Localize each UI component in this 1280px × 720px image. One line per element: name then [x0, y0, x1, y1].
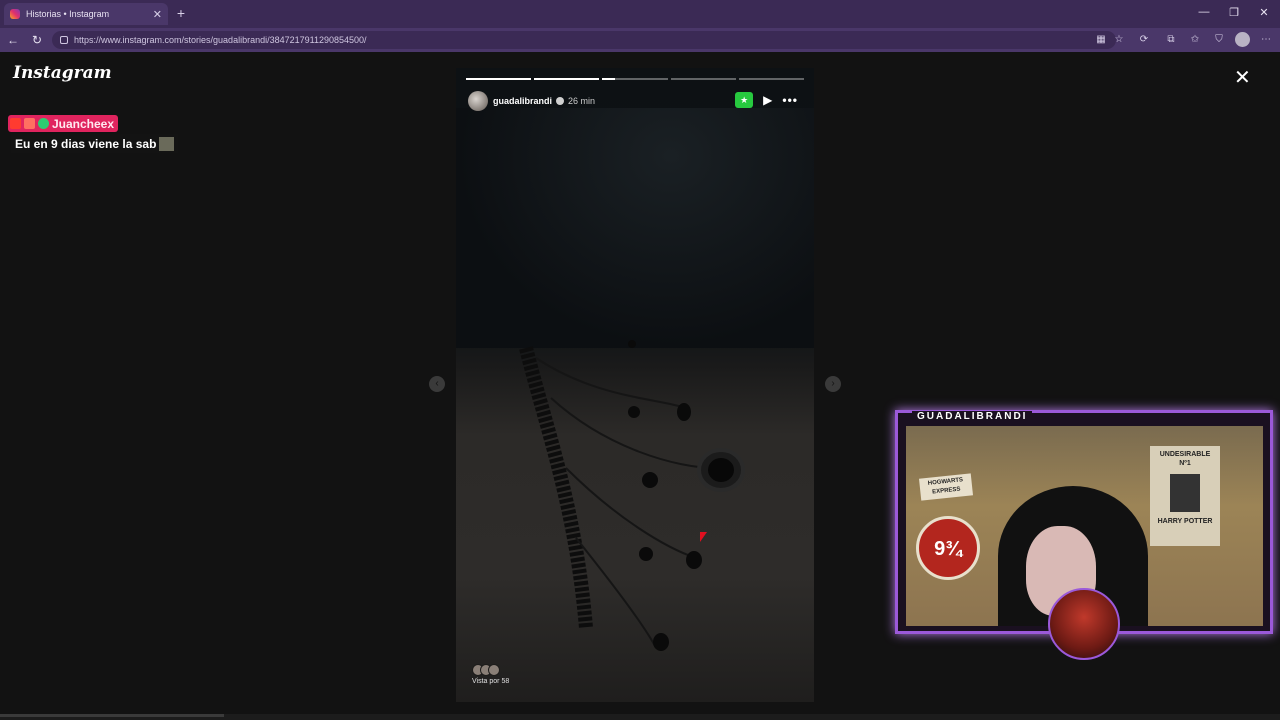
close-friends-star-icon: ★	[735, 92, 754, 108]
progress-segment	[466, 78, 532, 80]
poster-title: UNDESIRABLE Nº1	[1159, 451, 1211, 467]
story-author-avatar[interactable]	[468, 91, 488, 111]
crown-badge-icon	[10, 118, 21, 129]
profile-avatar[interactable]	[1235, 32, 1250, 47]
next-story-button[interactable]: ›	[825, 376, 841, 392]
viewer-avatars	[472, 664, 509, 676]
progress-segment	[602, 78, 668, 80]
chat-username: Juancheex	[52, 116, 115, 131]
verified-badge-icon	[38, 118, 49, 129]
refresh-button[interactable]: ↻	[29, 32, 45, 48]
site-info-icon[interactable]	[60, 36, 68, 44]
back-button[interactable]: ←	[5, 32, 21, 48]
verified-icon	[556, 97, 565, 105]
split-screen-icon[interactable]: ⧉	[1163, 32, 1179, 48]
progress-segment	[738, 78, 805, 80]
navigation-bar: ← ↻ https://www.instagram.com/stories/gu…	[0, 28, 1280, 52]
wanted-poster: UNDESIRABLE Nº1 HARRY POTTER	[1150, 446, 1220, 546]
close-stories-button[interactable]: ✕	[1234, 68, 1251, 88]
chat-username-tag: Juancheex	[8, 115, 119, 132]
story-actions: ★ ▶ •••	[735, 92, 798, 108]
progress-segment	[534, 78, 600, 80]
story-author-username[interactable]: guadalibrandi	[493, 96, 552, 106]
webcam-channel-label: GUADALIBRANDI	[912, 411, 1033, 425]
address-bar[interactable]: https://www.instagram.com/stories/guadal…	[52, 31, 1116, 49]
mouse-cursor-icon	[700, 532, 707, 542]
chat-message-text: Eu en 9 dias viene la sab	[15, 136, 157, 151]
play-button[interactable]: ▶	[763, 93, 772, 107]
favorite-star-icon[interactable]: ☆	[1111, 32, 1127, 48]
viewed-by-count: Vista por 58	[472, 678, 510, 685]
chat-message: Eu en 9 dias viene la sab	[11, 134, 179, 153]
tab-instagram-stories[interactable]: Historias • Instagram ✕	[4, 3, 168, 25]
previous-story-button[interactable]: ‹	[429, 376, 445, 392]
browser-essentials-icon[interactable]: ⛉	[1211, 32, 1227, 48]
browser-window: Historias • Instagram ✕ + — ❐ ✕ ← ↻ http…	[0, 0, 1280, 720]
streamer-avatar-badge	[1048, 588, 1120, 660]
hogwarts-express-sign: HOGWARTS EXPRESS	[918, 473, 974, 501]
restore-button[interactable]: ❐	[1227, 6, 1241, 19]
story-viewer[interactable]: guadalibrandi 26 min ★ ▶ ••• Vista por 5…	[456, 68, 814, 702]
story-time: 26 min	[568, 96, 596, 106]
settings-menu-icon[interactable]: ⋯	[1258, 32, 1274, 48]
poster-name: HARRY POTTER	[1157, 518, 1213, 525]
tab-bar: Historias • Instagram ✕ + — ❐ ✕	[0, 0, 1280, 28]
more-options-button[interactable]: •••	[782, 93, 798, 107]
extensions-icon[interactable]: ⟳	[1136, 32, 1152, 48]
window-close-button[interactable]: ✕	[1257, 6, 1271, 19]
new-tab-button[interactable]: +	[174, 5, 188, 21]
emote-icon	[159, 136, 175, 151]
instagram-logo[interactable]: Instagram	[13, 63, 112, 83]
tab-close-icon[interactable]: ✕	[153, 8, 162, 21]
platform-sign: 9¾	[916, 516, 980, 580]
app-available-icon[interactable]: ▦	[1093, 32, 1109, 48]
minimize-button[interactable]: —	[1197, 6, 1211, 18]
tab-title: Historias • Instagram	[26, 9, 110, 19]
poster-portrait	[1170, 474, 1200, 512]
instagram-favicon-icon	[10, 9, 20, 19]
shield-badge-icon	[24, 118, 35, 129]
progress-segment	[670, 78, 736, 80]
story-viewers[interactable]: Vista por 58	[472, 664, 509, 685]
story-progress-bar	[466, 78, 805, 80]
url-text: https://www.instagram.com/stories/guadal…	[74, 35, 367, 45]
story-image-necklace	[519, 340, 745, 651]
favorites-icon[interactable]: ✩	[1187, 32, 1203, 48]
scrollbar-thumb[interactable]	[0, 714, 224, 717]
horizontal-scrollbar[interactable]	[0, 714, 1280, 720]
